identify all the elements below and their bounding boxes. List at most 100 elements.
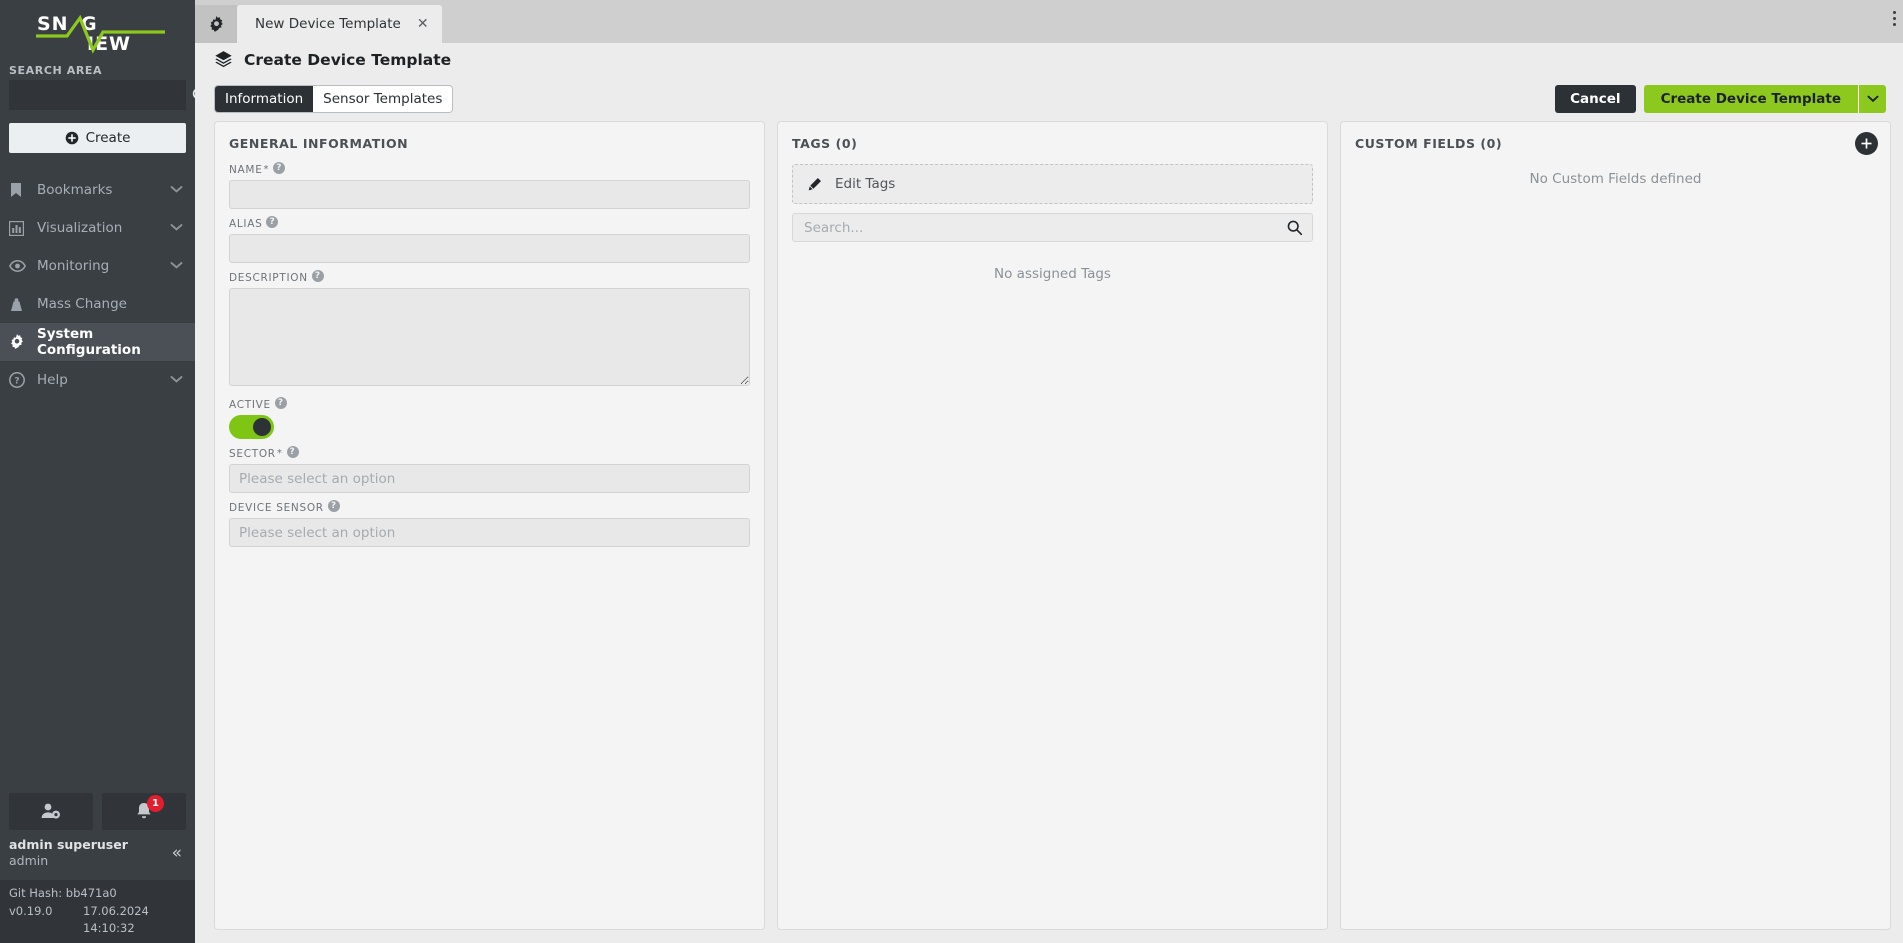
label-text: ACTIVE bbox=[229, 399, 271, 411]
tab-label: New Device Template bbox=[255, 16, 401, 32]
gear-icon bbox=[9, 334, 31, 350]
app-logo[interactable]: SN G IEW bbox=[0, 0, 195, 62]
create-device-template-dropdown-button[interactable] bbox=[1858, 84, 1886, 113]
chevron-down-icon[interactable] bbox=[170, 258, 186, 274]
chevron-down-icon[interactable] bbox=[170, 372, 186, 388]
active-toggle[interactable] bbox=[229, 415, 274, 439]
git-hash: Git Hash: bb471a0 bbox=[9, 886, 117, 901]
sidebar-item-label: Help bbox=[37, 372, 68, 388]
label-text: DEVICE SENSOR bbox=[229, 502, 324, 514]
cancel-button[interactable]: Cancel bbox=[1555, 84, 1636, 113]
chart-icon bbox=[9, 220, 31, 236]
sector-select-placeholder: Please select an option bbox=[239, 470, 396, 487]
help-icon[interactable]: ? bbox=[273, 162, 286, 174]
field-description-label: DESCRIPTION ? bbox=[229, 270, 750, 284]
weight-icon bbox=[9, 297, 31, 312]
label-text: SECTOR bbox=[229, 448, 276, 460]
sidebar-item-help[interactable]: ? Help bbox=[0, 361, 195, 399]
name-input[interactable] bbox=[229, 180, 750, 209]
edit-tags-button[interactable]: Edit Tags bbox=[792, 164, 1313, 204]
field-description: DESCRIPTION ? bbox=[229, 270, 750, 390]
field-name-label: NAME * ? bbox=[229, 162, 750, 176]
sidebar-item-label: System Configuration bbox=[37, 326, 141, 358]
label-text: NAME bbox=[229, 164, 263, 176]
eye-icon bbox=[9, 260, 31, 272]
custom-fields-empty-message: No Custom Fields defined bbox=[1529, 171, 1702, 187]
sidebar-item-label: Mass Change bbox=[37, 296, 127, 312]
notifications-button[interactable]: 1 bbox=[102, 792, 186, 830]
sidebar-item-monitoring[interactable]: Monitoring bbox=[0, 247, 195, 285]
tab-new-device-template[interactable]: New Device Template ✕ bbox=[237, 5, 442, 43]
alias-input[interactable] bbox=[229, 234, 750, 263]
plus-circle-icon bbox=[1861, 138, 1872, 149]
pencil-icon bbox=[808, 177, 821, 190]
field-device-sensor: DEVICE SENSOR ? Please select an option bbox=[229, 500, 750, 547]
sidebar-item-bookmarks[interactable]: Bookmarks bbox=[0, 171, 195, 209]
page-header: Create Device Template bbox=[195, 43, 1903, 76]
chevron-down-icon[interactable] bbox=[170, 220, 186, 236]
sidebar-item-label: Visualization bbox=[37, 220, 123, 236]
device-sensor-select[interactable]: Please select an option bbox=[229, 518, 750, 547]
description-textarea[interactable] bbox=[229, 288, 750, 386]
general-information-panel: GENERAL INFORMATION NAME * ? ALIAS ? DES… bbox=[214, 121, 765, 930]
add-custom-field-button[interactable] bbox=[1855, 132, 1878, 155]
close-icon[interactable]: ✕ bbox=[417, 16, 429, 32]
sidebar-nav: Bookmarks Visualization Monitoring Mass … bbox=[0, 171, 195, 399]
tags-search-input[interactable] bbox=[802, 218, 1286, 237]
create-button[interactable]: Create bbox=[9, 123, 186, 153]
search-icon[interactable] bbox=[1286, 219, 1303, 236]
page-title: Create Device Template bbox=[244, 50, 452, 69]
toolbar: Information Sensor Templates Cancel Crea… bbox=[195, 76, 1903, 121]
sidebar-footer: Git Hash: bb471a0 v0.19.0 17.06.2024 14:… bbox=[0, 880, 195, 943]
sector-select[interactable]: Please select an option bbox=[229, 464, 750, 493]
required-marker: * bbox=[276, 448, 283, 459]
question-icon: ? bbox=[9, 372, 31, 388]
app-version: v0.19.0 bbox=[9, 903, 53, 918]
search-area-box[interactable] bbox=[9, 80, 209, 110]
label-text: DESCRIPTION bbox=[229, 272, 308, 284]
search-input[interactable] bbox=[17, 86, 191, 104]
tab-system-configuration-gear[interactable] bbox=[195, 5, 237, 43]
help-icon[interactable]: ? bbox=[327, 500, 340, 512]
label-text: ALIAS bbox=[229, 218, 263, 230]
device-sensor-select-placeholder: Please select an option bbox=[239, 524, 396, 541]
user-gear-icon bbox=[41, 803, 60, 819]
help-icon[interactable]: ? bbox=[286, 446, 299, 458]
user-info-row: admin superuser admin « bbox=[0, 837, 195, 881]
custom-fields-panel: CUSTOM FIELDS (0) No Custom Fields defin… bbox=[1340, 121, 1891, 930]
tags-title: TAGS (0) bbox=[792, 136, 858, 151]
tab-sensor-templates[interactable]: Sensor Templates bbox=[313, 85, 453, 112]
sidebar-item-system-configuration[interactable]: System Configuration bbox=[0, 323, 195, 361]
plus-circle-icon bbox=[65, 131, 78, 145]
custom-fields-title: CUSTOM FIELDS (0) bbox=[1355, 136, 1503, 151]
help-icon[interactable]: ? bbox=[266, 216, 279, 228]
create-button-label: Create bbox=[85, 130, 131, 146]
tab-information[interactable]: Information bbox=[215, 85, 314, 112]
help-icon[interactable]: ? bbox=[274, 397, 287, 409]
help-icon[interactable]: ? bbox=[311, 270, 324, 282]
sidebar-item-mass-change[interactable]: Mass Change bbox=[0, 285, 195, 323]
sidebar: SN G IEW SEARCH AREA Create Bookmarks Vi… bbox=[0, 0, 209, 943]
bookmark-icon bbox=[9, 182, 31, 198]
snagview-logo-icon: SN G IEW bbox=[35, 13, 165, 55]
chevron-down-icon bbox=[1866, 95, 1879, 102]
sidebar-collapse-button[interactable]: « bbox=[172, 843, 186, 863]
gear-icon bbox=[209, 15, 223, 32]
sidebar-item-visualization[interactable]: Visualization bbox=[0, 209, 195, 247]
create-device-template-button[interactable]: Create Device Template bbox=[1643, 84, 1858, 113]
user-settings-button[interactable] bbox=[9, 792, 93, 830]
search-icon[interactable] bbox=[191, 86, 209, 104]
search-area-label: SEARCH AREA bbox=[9, 64, 103, 77]
view-tabs: Information Sensor Templates bbox=[214, 84, 454, 113]
build-datetime: 17.06.2024 14:10:32 bbox=[83, 903, 149, 935]
tags-search-box[interactable] bbox=[792, 213, 1313, 242]
app-root: SN G IEW SEARCH AREA Create Bookmarks Vi… bbox=[0, 0, 1903, 943]
field-alias-label: ALIAS ? bbox=[229, 216, 750, 230]
chevron-down-icon[interactable] bbox=[170, 182, 186, 198]
kebab-menu-icon[interactable] bbox=[1893, 11, 1896, 26]
field-alias: ALIAS ? bbox=[229, 216, 750, 263]
sidebar-item-label: Monitoring bbox=[37, 258, 110, 274]
field-name: NAME * ? bbox=[229, 162, 750, 209]
tags-panel: TAGS (0) Edit Tags No assigned Tags bbox=[777, 121, 1328, 930]
